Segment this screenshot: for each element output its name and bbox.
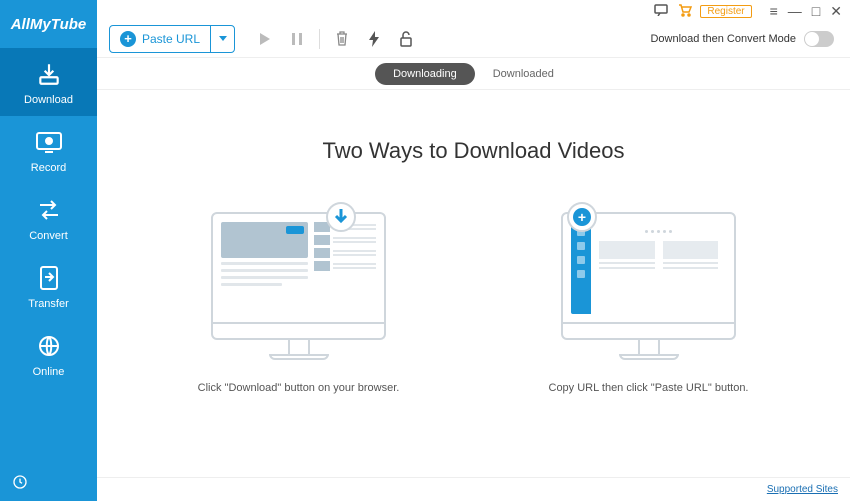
plus-badge-icon: + xyxy=(567,202,597,232)
sidebar-footer xyxy=(0,467,97,501)
main: Register ≡ — □ ✕ + Paste URL xyxy=(97,0,850,501)
record-icon xyxy=(32,128,66,156)
titlebar: Register ≡ — □ ✕ xyxy=(97,0,850,20)
plus-circle-icon: + xyxy=(120,31,136,47)
sidebar-item-label: Transfer xyxy=(28,298,69,310)
monitor-illustration: + xyxy=(561,212,736,360)
content: Two Ways to Download Videos xyxy=(97,90,850,477)
transfer-icon xyxy=(32,264,66,292)
clock-icon[interactable] xyxy=(12,474,28,495)
sidebar-item-convert[interactable]: Convert xyxy=(0,184,97,252)
trash-button[interactable] xyxy=(328,25,356,53)
caption-right: Copy URL then click "Paste URL" button. xyxy=(549,380,749,397)
cart-icon[interactable] xyxy=(676,4,694,19)
minimize-icon[interactable]: — xyxy=(786,4,804,18)
online-icon xyxy=(32,332,66,360)
monitor-illustration xyxy=(211,212,386,360)
tab-downloading[interactable]: Downloading xyxy=(375,63,475,85)
sidebar-item-transfer[interactable]: Transfer xyxy=(0,252,97,320)
close-icon[interactable]: ✕ xyxy=(828,4,844,18)
pause-button[interactable] xyxy=(283,25,311,53)
paste-url-button[interactable]: + Paste URL xyxy=(110,26,210,52)
paste-url-group: + Paste URL xyxy=(109,25,235,53)
download-arrow-icon xyxy=(326,202,356,232)
sidebar-item-label: Record xyxy=(31,162,66,174)
method-paste-url: + xyxy=(534,212,764,397)
convert-icon xyxy=(32,196,66,224)
method-download-button: Click "Download" button on your browser. xyxy=(184,212,414,397)
sidebar-item-download[interactable]: Download xyxy=(0,48,97,116)
headline: Two Ways to Download Videos xyxy=(322,138,624,164)
register-button[interactable]: Register xyxy=(700,5,751,18)
sidebar: AllMyTube Download Record Convert Transf… xyxy=(0,0,97,501)
maximize-icon[interactable]: □ xyxy=(810,4,822,18)
brand-title: AllMyTube xyxy=(0,0,97,48)
paste-url-label: Paste URL xyxy=(142,32,200,46)
sidebar-item-label: Online xyxy=(33,366,65,378)
toolbar: + Paste URL Download then Convert Mode xyxy=(97,20,850,58)
paste-url-dropdown[interactable] xyxy=(210,26,234,52)
supported-sites-link[interactable]: Supported Sites xyxy=(767,484,838,495)
download-icon xyxy=(32,60,66,88)
sidebar-item-record[interactable]: Record xyxy=(0,116,97,184)
convert-mode-toggle[interactable] xyxy=(804,31,834,47)
nav-items: Download Record Convert Transfer Online xyxy=(0,48,97,467)
tab-downloaded[interactable]: Downloaded xyxy=(475,63,572,85)
sidebar-item-label: Convert xyxy=(29,230,68,242)
footer: Supported Sites xyxy=(97,477,850,501)
tab-label: Downloading xyxy=(393,68,457,80)
sidebar-item-label: Download xyxy=(24,94,73,106)
illustrations: Click "Download" button on your browser.… xyxy=(184,212,764,397)
menu-icon[interactable]: ≡ xyxy=(768,4,780,18)
play-button[interactable] xyxy=(251,25,279,53)
toolbar-divider xyxy=(319,29,320,49)
sidebar-item-online[interactable]: Online xyxy=(0,320,97,388)
turbo-button[interactable] xyxy=(360,25,388,53)
feedback-icon[interactable] xyxy=(652,4,670,18)
unlock-button[interactable] xyxy=(392,25,420,53)
caption-left: Click "Download" button on your browser. xyxy=(198,380,400,397)
tab-label: Downloaded xyxy=(493,68,554,80)
convert-mode: Download then Convert Mode xyxy=(650,31,838,47)
tabs: Downloading Downloaded xyxy=(97,58,850,90)
convert-mode-label: Download then Convert Mode xyxy=(650,33,796,45)
